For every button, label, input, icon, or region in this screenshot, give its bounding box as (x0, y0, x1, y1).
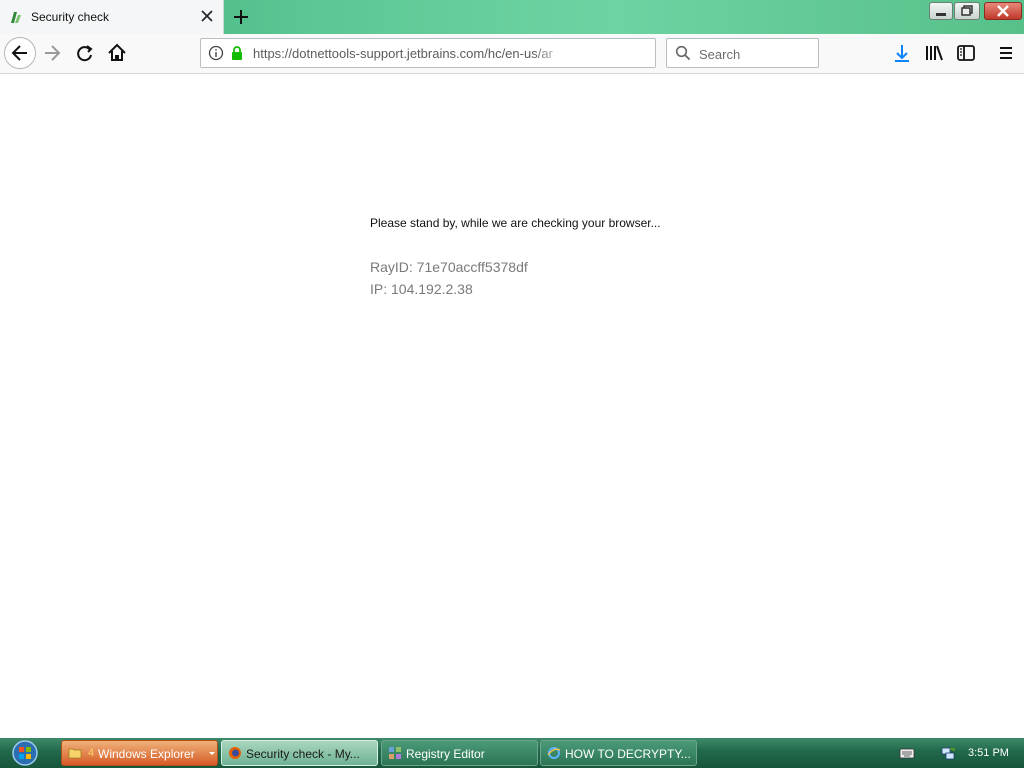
taskbar-clock[interactable]: 3:51 PM (968, 747, 1009, 759)
registry-editor-icon (389, 747, 401, 759)
download-arrow-icon (895, 45, 909, 62)
ray-id-text: RayID: 71e70accff5378df (370, 259, 528, 275)
minimize-button[interactable] (929, 2, 953, 20)
folder-icon (68, 748, 82, 759)
url-bar[interactable]: https://dotnettools-support.jetbrains.co… (200, 38, 656, 68)
back-arrow-icon (11, 45, 27, 61)
site-info-icon[interactable] (208, 45, 224, 61)
home-button[interactable] (102, 38, 132, 68)
taskbar: 4 Windows Explorer Security check - My..… (0, 738, 1024, 768)
tab-security-check[interactable]: Security check (0, 0, 224, 34)
network-icon[interactable] (940, 745, 956, 761)
taskbar-item-label: Windows Explorer (98, 747, 195, 761)
taskbar-item-label: HOW TO DECRYPTY... (565, 747, 691, 761)
back-button[interactable] (4, 37, 36, 69)
forward-arrow-icon (45, 45, 61, 61)
navigation-toolbar: https://dotnettools-support.jetbrains.co… (0, 34, 1024, 74)
library-icon (926, 45, 943, 61)
site-favicon-icon (11, 12, 21, 23)
hamburger-menu-icon (1000, 47, 1012, 59)
taskbar-item-windows-explorer[interactable]: 4 Windows Explorer (61, 740, 218, 766)
secure-lock-icon[interactable] (230, 45, 244, 61)
firefox-icon (229, 747, 241, 759)
close-tab-icon[interactable] (198, 6, 216, 26)
taskbar-item-how-to-decrypt[interactable]: HOW TO DECRYPTY... (540, 740, 697, 766)
reload-button[interactable] (70, 38, 100, 68)
reload-icon (77, 45, 93, 62)
sidebar-icon (957, 45, 975, 61)
forward-button[interactable] (38, 38, 68, 68)
taskbar-item-label: Registry Editor (406, 747, 485, 761)
start-button-icon[interactable] (3, 739, 43, 767)
ip-address-text: IP: 104.192.2.38 (370, 281, 473, 297)
restore-icon (961, 5, 973, 16)
restore-button[interactable] (954, 2, 980, 20)
tab-strip: Security check (0, 0, 1024, 34)
url-text[interactable]: https://dotnettools-support.jetbrains.co… (253, 46, 571, 61)
keyboard-icon[interactable] (899, 746, 915, 760)
taskbar-item-security-check[interactable]: Security check - My... (221, 740, 378, 766)
browser-check-message: Please stand by, while we are checking y… (370, 216, 661, 230)
taskbar-item-label: Security check - My... (246, 747, 360, 761)
minimize-icon (936, 13, 946, 16)
tab-title: Security check (31, 10, 110, 24)
page-content: Please stand by, while we are checking y… (0, 74, 1024, 738)
search-icon (675, 45, 691, 61)
search-input[interactable] (697, 44, 817, 64)
close-window-icon (997, 5, 1009, 17)
taskbar-group-arrow-icon[interactable] (207, 746, 217, 760)
taskbar-item-registry-editor[interactable]: Registry Editor (381, 740, 538, 766)
close-window-button[interactable] (984, 2, 1022, 20)
new-tab-icon[interactable] (229, 5, 253, 29)
downloads-button[interactable] (890, 38, 914, 68)
home-icon (108, 43, 126, 61)
open-menu-button[interactable] (994, 38, 1018, 68)
library-button[interactable] (922, 38, 946, 68)
sidebar-toggle-button[interactable] (954, 38, 978, 68)
taskbar-item-count: 4 (88, 747, 95, 759)
search-bar[interactable] (666, 38, 819, 68)
internet-explorer-icon (547, 747, 561, 759)
